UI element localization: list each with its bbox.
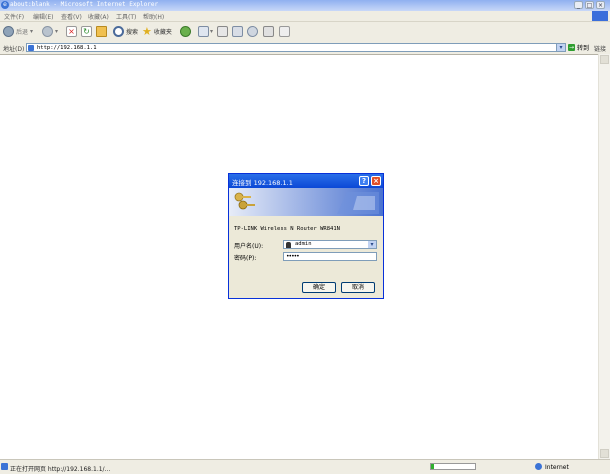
home-icon (96, 26, 107, 37)
help-icon[interactable]: ? (359, 176, 369, 186)
close-icon[interactable]: × (596, 1, 605, 9)
keys-icon (234, 192, 379, 214)
login-dialog: 连接到 192.168.1.1 ? × TP-LINK Wireless N R… (228, 173, 384, 299)
ie-logo-icon: e (1, 1, 9, 9)
history-icon (180, 26, 191, 37)
realm-text: TP-LINK Wireless N Router WR841N (234, 226, 340, 232)
links-label[interactable]: 链接 (594, 44, 606, 53)
password-label: 密码(P): (234, 255, 257, 262)
edit-icon (232, 26, 243, 37)
history-button[interactable] (180, 25, 191, 38)
chevron-down-icon[interactable]: ▾ (30, 28, 33, 35)
refresh-button[interactable]: ↻ (81, 25, 92, 38)
mail-icon (198, 26, 209, 37)
research-button[interactable] (279, 25, 290, 38)
stop-button[interactable]: × (66, 25, 77, 38)
chevron-down-icon[interactable]: ▾ (210, 28, 213, 35)
cancel-button[interactable]: 取消 (341, 282, 375, 293)
research-icon (279, 26, 290, 37)
go-button[interactable]: → 转到 (568, 43, 589, 52)
window-title: about:blank - Microsoft Internet Explore… (10, 1, 159, 8)
back-button[interactable]: 后退 ▾ (3, 25, 33, 38)
user-icon (286, 242, 291, 248)
status-text: 正在打开网页 http://192.168.1.1/... (10, 466, 111, 473)
back-arrow-icon (3, 26, 14, 37)
home-button[interactable] (96, 25, 107, 38)
address-bar: 地址(D) http://192.168.1.1 ▾ → 转到 链接 (0, 41, 610, 55)
menu-file[interactable]: 文件(F) (4, 12, 24, 21)
username-label: 用户名(U): (234, 243, 264, 250)
discuss-icon (247, 26, 258, 37)
address-url: http://192.168.1.1 (37, 45, 97, 51)
windows-logo-icon (592, 11, 608, 21)
dialog-title: 连接到 192.168.1.1 (232, 179, 293, 187)
print-icon (217, 26, 228, 37)
menu-view[interactable]: 查看(V) (61, 12, 82, 21)
toolbar: 后退 ▾ ▾ × ↻ 搜索 ★ 收藏夹 ▾ (0, 22, 610, 42)
star-icon: ★ (142, 25, 152, 38)
menu-edit[interactable]: 编辑(E) (33, 12, 53, 21)
window-titlebar[interactable]: e about:blank - Microsoft Internet Explo… (0, 0, 610, 11)
ok-button[interactable]: 确定 (302, 282, 336, 293)
chevron-down-icon[interactable]: ▾ (556, 44, 565, 51)
forward-arrow-icon (42, 26, 53, 37)
menu-help[interactable]: 帮助(H) (143, 12, 164, 21)
vertical-scrollbar[interactable] (598, 54, 610, 459)
favorites-button[interactable]: ★ 收藏夹 (142, 25, 172, 38)
status-bar: 正在打开网页 http://192.168.1.1/... Internet (0, 459, 610, 474)
maximize-icon[interactable]: □ (585, 1, 594, 9)
scroll-up-icon[interactable] (600, 55, 609, 64)
forward-button[interactable]: ▾ (42, 25, 58, 38)
edit-button[interactable] (232, 25, 243, 38)
chevron-down-icon[interactable]: ▾ (55, 28, 58, 35)
stop-icon: × (66, 26, 77, 37)
dialog-titlebar[interactable]: 连接到 192.168.1.1 ? × (229, 174, 383, 188)
search-icon (113, 26, 124, 37)
username-field[interactable]: admin ▾ (283, 240, 377, 249)
menu-tools[interactable]: 工具(T) (116, 12, 136, 21)
address-label: 地址(D) (3, 46, 25, 53)
internet-zone-icon (535, 463, 542, 470)
refresh-icon: ↻ (81, 26, 92, 37)
search-button[interactable]: 搜索 (113, 25, 138, 38)
dialog-banner (229, 188, 383, 216)
page-loading-icon (1, 463, 8, 470)
menu-favorites[interactable]: 收藏(A) (88, 12, 109, 21)
messenger-icon (263, 26, 274, 37)
scroll-down-icon[interactable] (600, 449, 609, 458)
messenger-button[interactable] (263, 25, 274, 38)
chevron-down-icon[interactable]: ▾ (368, 241, 376, 248)
progress-bar (430, 463, 476, 470)
page-icon (28, 45, 34, 51)
minimize-icon[interactable]: _ (574, 1, 583, 9)
go-arrow-icon: → (568, 44, 575, 51)
discuss-button[interactable] (247, 25, 258, 38)
menu-bar: 文件(F) 编辑(E) 查看(V) 收藏(A) 工具(T) 帮助(H) (0, 11, 610, 22)
close-icon[interactable]: × (371, 176, 381, 186)
print-button[interactable] (217, 25, 228, 38)
progress-fill (431, 464, 434, 469)
zone-text: Internet (545, 464, 569, 471)
address-input[interactable]: http://192.168.1.1 ▾ (26, 43, 566, 52)
mail-button[interactable]: ▾ (198, 25, 213, 38)
password-field[interactable]: ••••• (283, 252, 377, 261)
